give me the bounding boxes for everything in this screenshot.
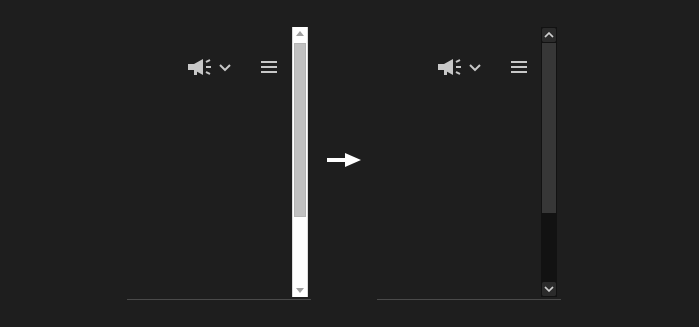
announcement-icon[interactable] — [186, 58, 212, 76]
scroll-down-arrow-icon[interactable] — [295, 285, 305, 295]
scroll-down-button[interactable] — [542, 282, 556, 296]
chevron-down-icon[interactable] — [469, 64, 481, 72]
right-arrow-icon — [327, 153, 361, 167]
hamburger-menu-icon[interactable] — [261, 60, 277, 74]
scrollbar-thumb[interactable] — [542, 43, 556, 213]
panel-after — [377, 27, 561, 300]
scroll-up-button[interactable] — [542, 28, 556, 42]
scroll-up-arrow-icon[interactable] — [295, 29, 305, 39]
comparison-stage — [0, 0, 699, 327]
hamburger-menu-icon[interactable] — [511, 60, 527, 74]
scrollbar-thumb[interactable] — [294, 43, 306, 217]
vertical-scrollbar-light[interactable] — [292, 27, 308, 297]
chevron-down-icon — [544, 286, 554, 293]
panel-before — [127, 27, 311, 300]
announcement-icon[interactable] — [436, 58, 462, 76]
chevron-down-icon[interactable] — [219, 64, 231, 72]
vertical-scrollbar-dark[interactable] — [541, 27, 557, 297]
chevron-up-icon — [544, 31, 554, 38]
